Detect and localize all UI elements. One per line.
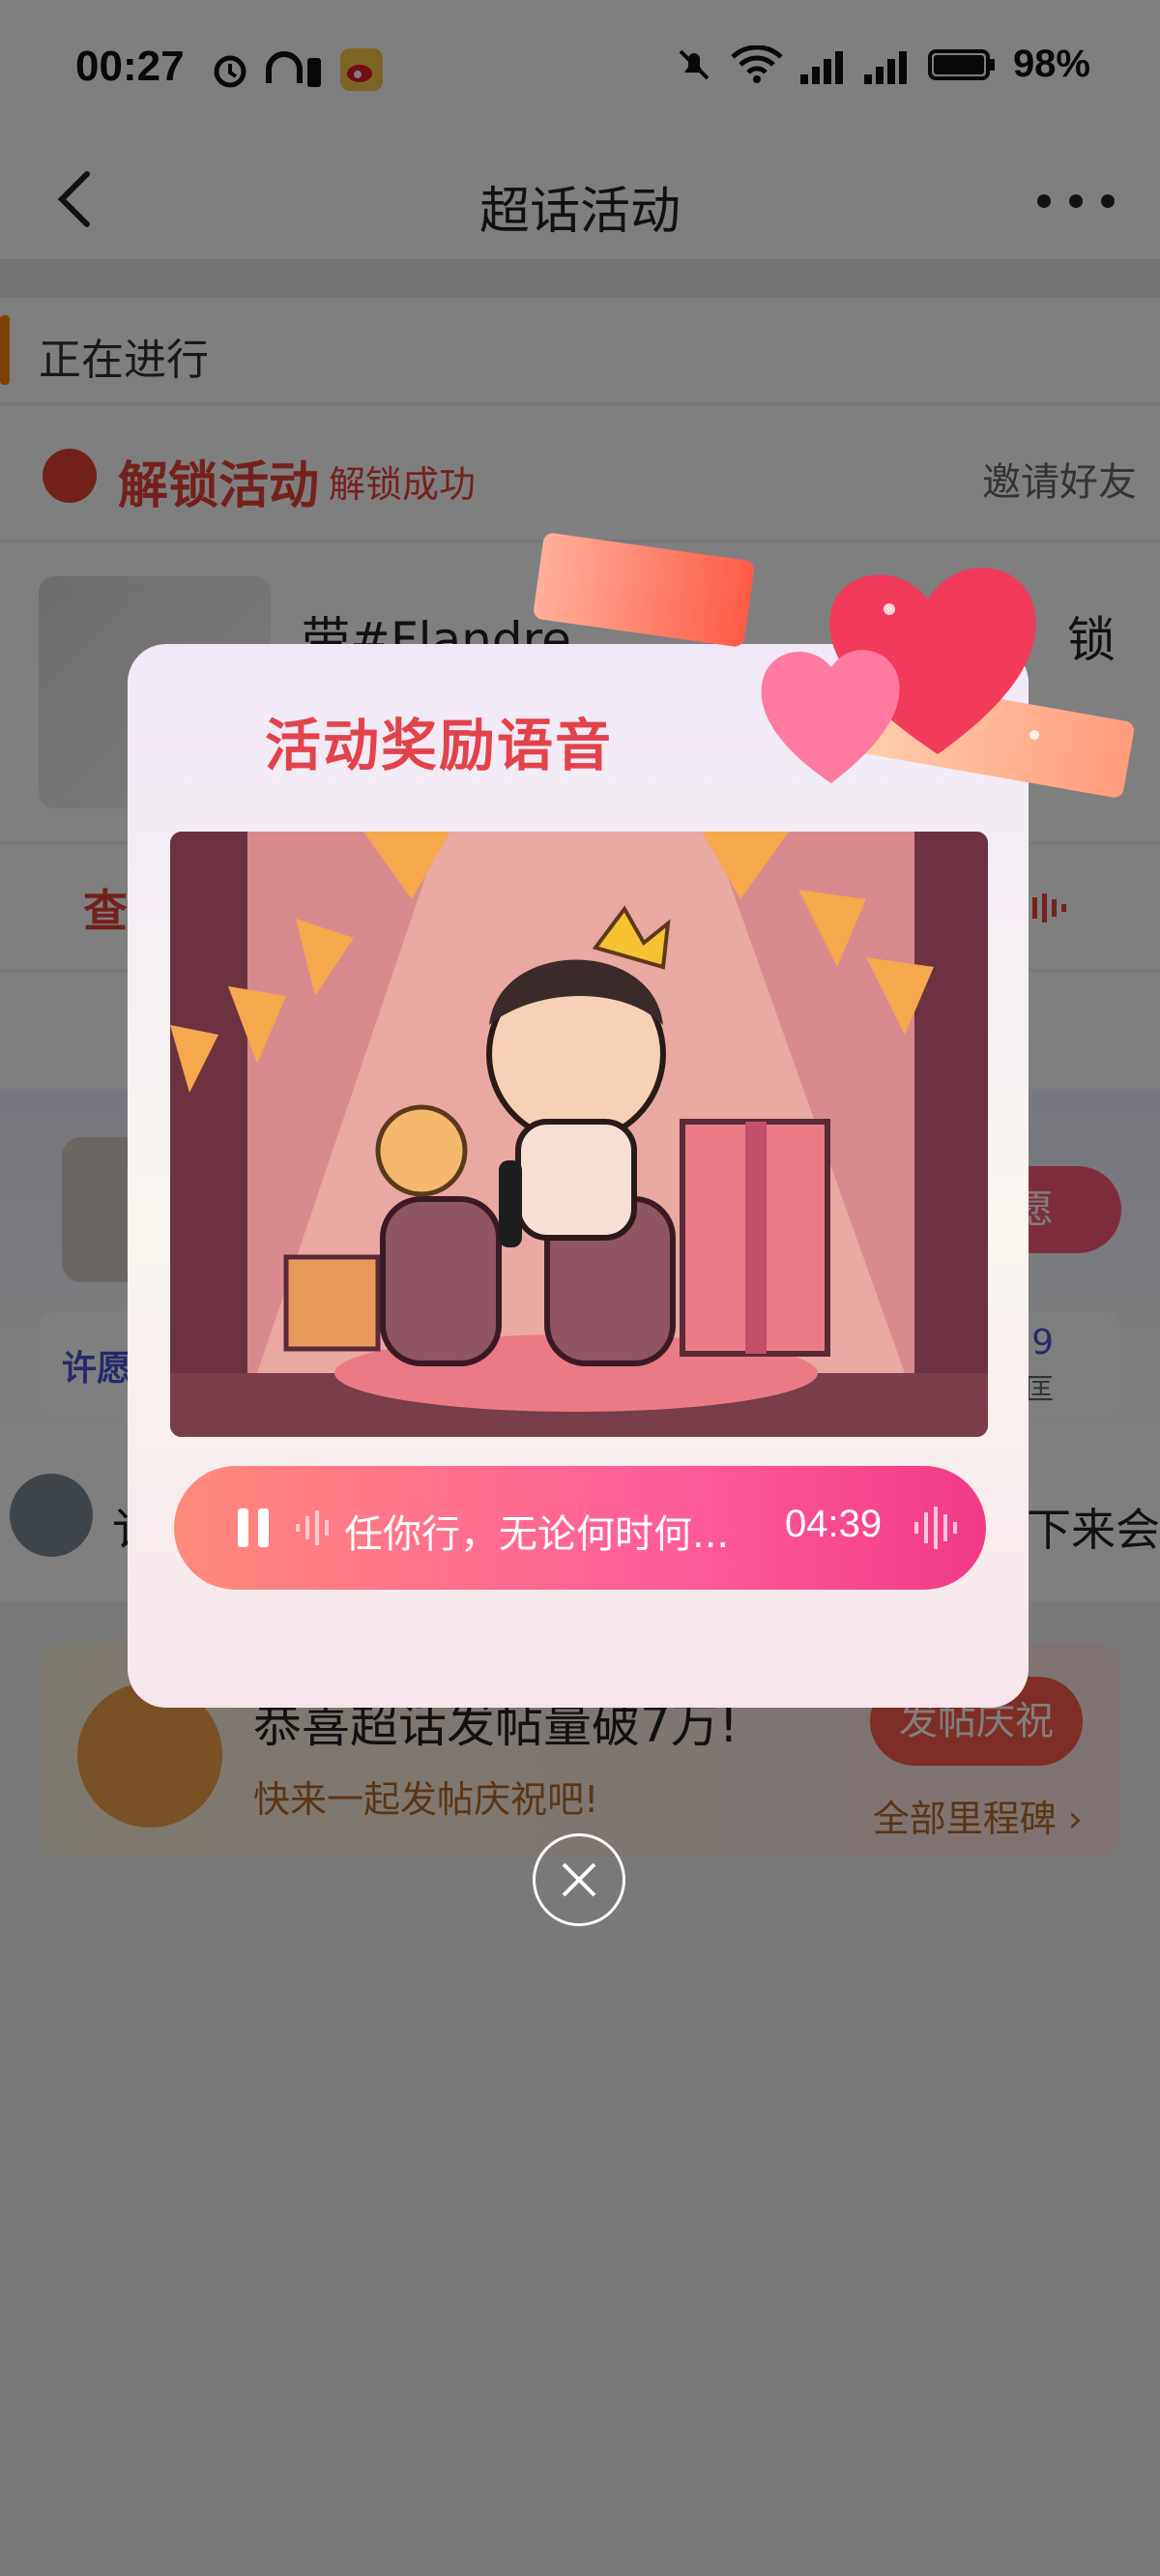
- audio-wave-icon: [914, 1507, 957, 1549]
- player-time: 04:39: [785, 1503, 883, 1545]
- audio-wave-icon: [296, 1510, 329, 1545]
- modal-title: 活动奖励语音: [265, 713, 614, 778]
- reward-illustration: [170, 832, 988, 1437]
- close-icon: [562, 1862, 596, 1897]
- player-lyric: 任你行，无论何时何...: [344, 1512, 730, 1557]
- audio-player[interactable]: 任你行，无论何时何... 04:39: [174, 1466, 986, 1590]
- close-button[interactable]: [533, 1833, 625, 1926]
- pause-icon[interactable]: [236, 1508, 271, 1547]
- hearts-icon: [761, 568, 1039, 783]
